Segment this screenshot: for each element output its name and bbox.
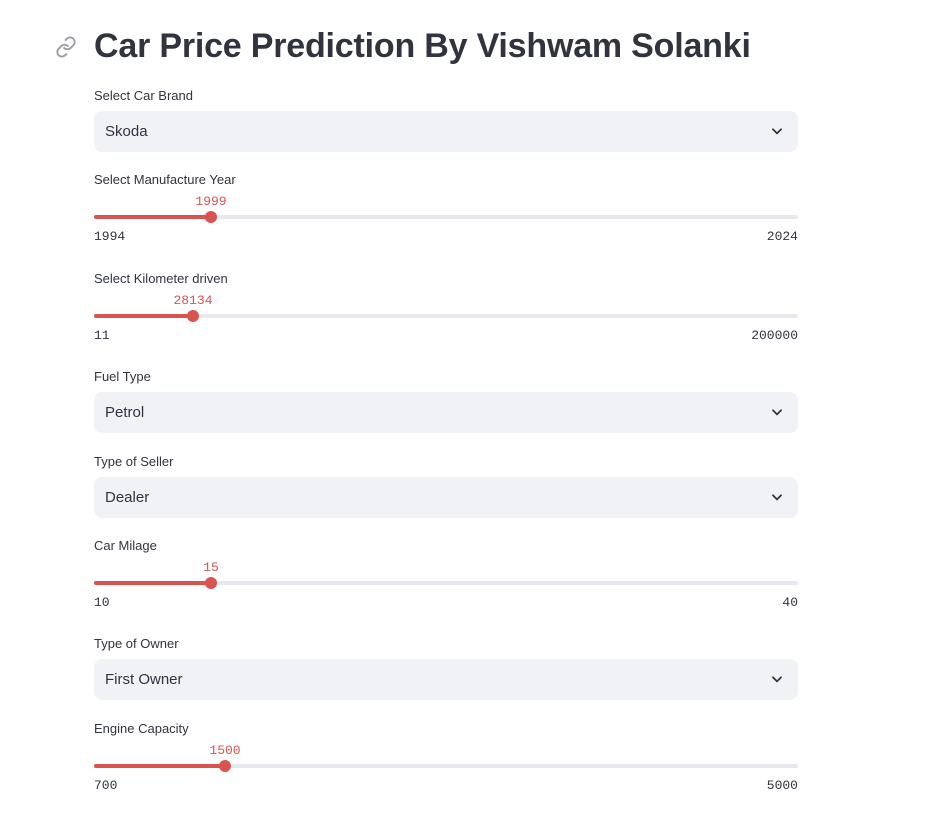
slider-min-value: 10 [94,595,110,610]
chevron-down-icon [772,494,782,501]
slider-track[interactable] [94,764,798,768]
slider-current-value: 28134 [173,293,213,308]
chevron-down-icon [772,676,782,683]
fuel-type-select[interactable]: Petrol [94,392,798,433]
app-page: Car Price Prediction By Vishwam Solanki … [0,0,934,820]
slider-current-value: 1500 [209,743,241,758]
link-icon[interactable] [55,36,77,58]
page-title: Car Price Prediction By Vishwam Solanki [94,27,751,65]
engine-capacity-label: Engine Capacity [94,721,189,736]
kilometer-driven-label: Select Kilometer driven [94,271,228,286]
slider-min-value: 700 [94,778,118,793]
slider-thumb[interactable] [187,310,199,322]
chevron-down-icon [772,128,782,135]
slider-thumb[interactable] [205,211,217,223]
slider-fill [94,215,211,219]
slider-max-value: 200000 [751,328,798,343]
owner-type-select[interactable]: First Owner [94,659,798,700]
owner-type-value: First Owner [105,671,183,688]
car-brand-select[interactable]: Skoda [94,111,798,152]
car-brand-label: Select Car Brand [94,88,193,103]
slider-current-value: 15 [203,560,219,575]
manufacture-year-label: Select Manufacture Year [94,172,236,187]
slider-max-value: 40 [782,595,798,610]
slider-thumb[interactable] [219,760,231,772]
slider-min-value: 1994 [94,229,126,244]
car-brand-value: Skoda [105,123,148,140]
engine-capacity-slider[interactable]: 1500 700 5000 [94,743,798,796]
slider-fill [94,314,193,318]
slider-track[interactable] [94,215,798,219]
seller-type-select[interactable]: Dealer [94,477,798,518]
slider-thumb[interactable] [205,577,217,589]
seller-type-value: Dealer [105,489,150,506]
slider-max-value: 2024 [766,229,798,244]
owner-type-label: Type of Owner [94,636,179,651]
fuel-type-value: Petrol [105,404,145,421]
chevron-down-icon [772,409,782,416]
fuel-type-label: Fuel Type [94,369,151,384]
slider-current-value: 1999 [195,194,227,209]
slider-track[interactable] [94,314,798,318]
car-mileage-label: Car Milage [94,538,157,553]
slider-min-value: 11 [94,328,110,343]
slider-fill [94,764,225,768]
slider-track[interactable] [94,581,798,585]
car-mileage-slider[interactable]: 15 10 40 [94,560,798,613]
kilometer-driven-slider[interactable]: 28134 11 200000 [94,293,798,346]
seller-type-label: Type of Seller [94,454,174,469]
slider-max-value: 5000 [766,778,798,793]
manufacture-year-slider[interactable]: 1999 1994 2024 [94,194,798,247]
slider-fill [94,581,211,585]
